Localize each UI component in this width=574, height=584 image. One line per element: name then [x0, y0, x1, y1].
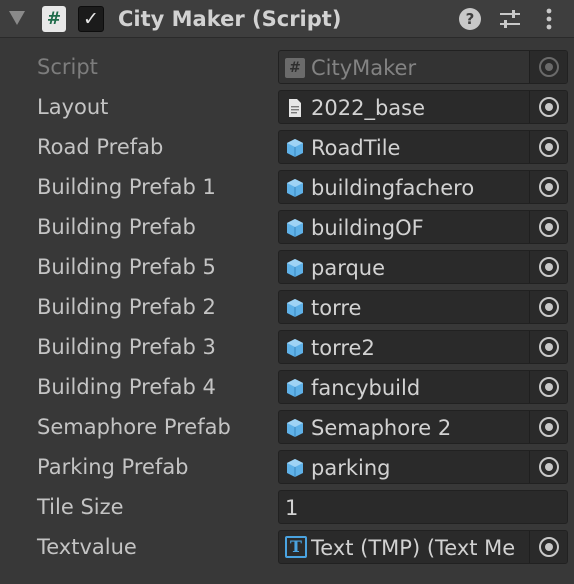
- object-picker-button[interactable]: [529, 211, 567, 243]
- script-hash-icon: #: [42, 6, 66, 32]
- parking-prefab-object-field[interactable]: parking: [278, 450, 568, 484]
- field-label: Building Prefab 2: [37, 295, 216, 319]
- field-value: CityMaker: [311, 56, 417, 80]
- field-label: Tile Size: [37, 495, 124, 519]
- textvalue-object-field[interactable]: T Text (TMP) (Text Me: [278, 530, 568, 564]
- object-picker-button[interactable]: [529, 331, 567, 363]
- field-row-road-prefab: Road Prefab RoadTile: [0, 128, 574, 166]
- field-value: torre: [311, 296, 362, 320]
- object-picker-icon: [539, 417, 559, 437]
- object-picker-button: [529, 51, 567, 83]
- field-row-building-prefab-3: Building Prefab 3 torre2: [0, 328, 574, 366]
- field-label: Building Prefab 4: [37, 375, 216, 399]
- object-picker-icon: [539, 377, 559, 397]
- field-row-layout: Layout 2022_base: [0, 88, 574, 126]
- object-picker-button[interactable]: [529, 131, 567, 163]
- field-value: fancybuild: [311, 376, 421, 400]
- object-picker-button[interactable]: [529, 291, 567, 323]
- field-value: parking: [311, 456, 391, 480]
- object-picker-button[interactable]: [529, 91, 567, 123]
- object-picker-button[interactable]: [529, 531, 567, 563]
- object-picker-icon: [539, 537, 559, 557]
- prefab-icon: [287, 219, 303, 237]
- building-prefab-5-object-field[interactable]: parque: [278, 250, 568, 284]
- field-row-building-prefab-2: Building Prefab 2 torre: [0, 288, 574, 326]
- field-row-parking-prefab: Parking Prefab parking: [0, 448, 574, 486]
- field-label: Road Prefab: [37, 135, 164, 159]
- building-prefab-3-object-field[interactable]: torre2: [278, 330, 568, 364]
- field-label: Parking Prefab: [37, 455, 189, 479]
- component-enabled-checkbox[interactable]: ✓: [78, 6, 104, 32]
- component-title: City Maker (Script): [118, 7, 342, 31]
- object-picker-icon: [539, 217, 559, 237]
- object-picker-icon: [539, 257, 559, 277]
- field-label: Layout: [37, 95, 109, 119]
- prefab-icon: [287, 139, 303, 157]
- object-picker-button[interactable]: [529, 371, 567, 403]
- field-row-script: Script # CityMaker: [0, 48, 574, 86]
- field-label: Building Prefab 1: [37, 175, 216, 199]
- prefab-icon: [287, 419, 303, 437]
- object-picker-icon: [539, 97, 559, 117]
- prefab-icon: [287, 339, 303, 357]
- field-value: parque: [311, 256, 386, 280]
- object-picker-icon: [539, 337, 559, 357]
- field-row-semaphore-prefab: Semaphore Prefab Semaphore 2: [0, 408, 574, 446]
- road-prefab-object-field[interactable]: RoadTile: [278, 130, 568, 164]
- object-picker-button[interactable]: [529, 251, 567, 283]
- object-picker-button[interactable]: [529, 411, 567, 443]
- building-prefab-object-field[interactable]: buildingOF: [278, 210, 568, 244]
- field-label: Script: [37, 55, 98, 79]
- prefab-icon: [287, 379, 303, 397]
- field-value: buildingfachero: [311, 176, 475, 200]
- object-picker-icon: [539, 297, 559, 317]
- object-picker-icon: [539, 137, 559, 157]
- field-row-tile-size: Tile Size 1: [0, 488, 574, 526]
- field-label: Building Prefab 5: [37, 255, 216, 279]
- prefab-icon: [287, 259, 303, 277]
- field-value: torre2: [311, 336, 375, 360]
- component-header: # ✓ City Maker (Script) ?: [0, 0, 574, 38]
- field-label: Textvalue: [37, 535, 137, 559]
- field-row-building-prefab-4: Building Prefab 4 fancybuild: [0, 368, 574, 406]
- field-value: buildingOF: [311, 216, 424, 240]
- field-label: Semaphore Prefab: [37, 415, 231, 439]
- text-asset-icon: [289, 99, 301, 117]
- semaphore-prefab-object-field[interactable]: Semaphore 2: [278, 410, 568, 444]
- field-label: Building Prefab 3: [37, 335, 216, 359]
- field-row-building-prefab: Building Prefab buildingOF: [0, 208, 574, 246]
- tile-size-input[interactable]: 1: [278, 490, 568, 524]
- field-value: 1: [285, 496, 299, 520]
- help-icon[interactable]: ?: [459, 8, 481, 30]
- tmp-text-icon: T: [285, 536, 307, 558]
- field-value: RoadTile: [311, 136, 401, 160]
- field-label: Building Prefab: [37, 215, 196, 239]
- building-prefab-1-object-field[interactable]: buildingfachero: [278, 170, 568, 204]
- object-picker-button[interactable]: [529, 451, 567, 483]
- field-value: Text (TMP) (Text Me: [311, 536, 516, 560]
- presets-sliders-icon[interactable]: [498, 8, 522, 30]
- object-picker-icon: [539, 177, 559, 197]
- field-row-building-prefab-1: Building Prefab 1 buildingfachero: [0, 168, 574, 206]
- script-object-field: # CityMaker: [278, 50, 568, 84]
- prefab-icon: [287, 179, 303, 197]
- building-prefab-2-object-field[interactable]: torre: [278, 290, 568, 324]
- field-value: Semaphore 2: [311, 416, 452, 440]
- layout-object-field[interactable]: 2022_base: [278, 90, 568, 124]
- prefab-icon: [287, 299, 303, 317]
- field-row-textvalue: Textvalue T Text (TMP) (Text Me: [0, 528, 574, 566]
- field-value: 2022_base: [311, 96, 426, 120]
- foldout-arrow-icon[interactable]: [9, 11, 25, 25]
- object-picker-icon: [539, 457, 559, 477]
- object-picker-icon: [539, 57, 559, 77]
- prefab-icon: [287, 459, 303, 477]
- building-prefab-4-object-field[interactable]: fancybuild: [278, 370, 568, 404]
- script-icon: #: [285, 58, 305, 78]
- object-picker-button[interactable]: [529, 171, 567, 203]
- field-row-building-prefab-5: Building Prefab 5 parque: [0, 248, 574, 286]
- kebab-menu-icon[interactable]: [540, 7, 558, 31]
